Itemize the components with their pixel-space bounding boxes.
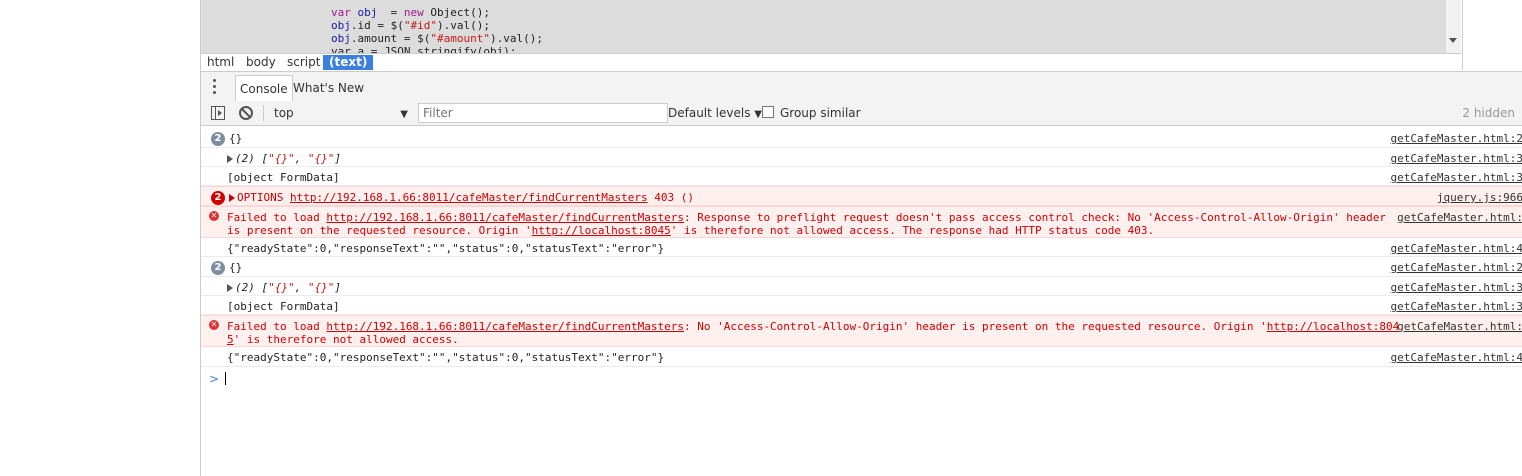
group-similar-label: Group similar (780, 106, 861, 120)
code-token: .id = $( (350, 19, 404, 32)
message-text: Failed to load http://192.168.1.66:8011/… (227, 320, 1400, 346)
error-message: ✕ Failed to load http://192.168.1.66:801… (201, 206, 1522, 238)
source-link[interactable]: getCafeMaster.html:2 (1391, 261, 1522, 274)
console-toolbar: top ▼ Default levels ▼ Group similar 2 h… (201, 101, 1522, 126)
code-line-4: var a = JSON.stringify(obj); (331, 45, 516, 53)
code-token: obj (331, 32, 351, 45)
code-token: var a = JSON.stringify(obj); (331, 45, 517, 53)
message-text: [object FormData] (227, 171, 340, 184)
source-link[interactable]: jquery.js:966 (1437, 191, 1522, 204)
source-link[interactable]: getCafeMaster.html:2 (1391, 132, 1522, 145)
source-link[interactable]: getCafeMaster.html: (1397, 320, 1522, 333)
code-token: .amount = $( (350, 32, 431, 45)
log-levels-label: Default levels (668, 106, 751, 120)
repeat-count-badge: 2 (211, 261, 225, 275)
log-levels-dropdown[interactable]: Default levels ▼ (668, 103, 762, 123)
console-message: [object FormData] getCafeMaster.html:3 (201, 296, 1522, 315)
source-link[interactable]: getCafeMaster.html:3 (1391, 281, 1522, 294)
chevron-down-icon: ▼ (400, 109, 408, 120)
console-message: 2 {} getCafeMaster.html:2 (201, 257, 1522, 277)
code-token: obj (331, 19, 351, 32)
breadcrumb-text[interactable]: (text) (323, 55, 374, 70)
expand-triangle-icon[interactable] (227, 155, 233, 163)
message-text: Failed to load http://192.168.1.66:8011/… (227, 211, 1386, 237)
chevron-down-icon: ▼ (754, 109, 762, 120)
source-link[interactable]: getCafeMaster.html:3 (1391, 171, 1522, 184)
devtools-panel: var obj = new Object(); obj.id = $("#id"… (200, 0, 1522, 476)
message-text: OPTIONS http://192.168.1.66:8011/cafeMas… (237, 191, 694, 204)
repeat-count-badge: 2 (211, 191, 225, 205)
console-message: (2) ["{}", "{}"] getCafeMaster.html:3 (201, 277, 1522, 296)
drawer-tabbar: Console What's New (201, 71, 1522, 102)
expand-triangle-icon[interactable] (229, 194, 235, 202)
code-token: = (377, 6, 404, 19)
code-line-2: obj.id = $("#id").val(); (331, 19, 490, 32)
console-message: {"readyState":0,"responseText":"","statu… (201, 347, 1522, 367)
console-message: {"readyState":0,"responseText":"","statu… (201, 238, 1522, 257)
expand-triangle-icon[interactable] (227, 284, 233, 292)
context-value: top (274, 106, 294, 120)
network-error-message: 2 OPTIONS http://192.168.1.66:8011/cafeM… (201, 186, 1522, 206)
breadcrumb-html[interactable]: html (201, 55, 240, 70)
console-message: [object FormData] getCafeMaster.html:3 (201, 167, 1522, 186)
tab-whats-new[interactable]: What's New (289, 75, 368, 101)
breadcrumb-body[interactable]: body (240, 55, 282, 70)
breadcrumb: html body script (text) (201, 53, 1461, 71)
console-input-cursor[interactable] (225, 372, 226, 385)
source-link[interactable]: getCafeMaster.html:4 (1391, 242, 1522, 255)
code-token: "#amount" (430, 32, 490, 45)
console-message: (2) ["{}", "{}"] getCafeMaster.html:3 (201, 148, 1522, 167)
group-similar-checkbox[interactable] (762, 106, 774, 118)
source-link[interactable]: getCafeMaster.html: (1397, 211, 1522, 224)
code-token: new (403, 6, 431, 19)
console-message: 2 {} getCafeMaster.html:2 (201, 128, 1522, 148)
code-token: var (331, 6, 358, 19)
message-text: (2) ["{}", "{}"] (235, 152, 341, 165)
source-right-panel (1462, 0, 1522, 70)
message-text: {} (229, 132, 243, 145)
group-similar-toggle[interactable]: Group similar (762, 103, 861, 123)
message-text: (2) ["{}", "{}"] (235, 281, 341, 294)
error-icon: ✕ (209, 211, 219, 221)
code-token: ).val(); (489, 32, 543, 45)
tab-console[interactable]: Console (235, 75, 293, 102)
code-token: obj (357, 6, 378, 19)
source-link[interactable]: getCafeMaster.html:4 (1391, 351, 1522, 364)
toolbar-divider (263, 105, 264, 121)
show-sidebar-icon[interactable] (211, 106, 225, 120)
source-scrollbar[interactable] (1446, 0, 1461, 53)
code-token: "#id" (403, 19, 437, 32)
source-link[interactable]: getCafeMaster.html:3 (1391, 300, 1522, 313)
code-line-1: var obj = new Object(); (331, 6, 490, 19)
message-text: {"readyState":0,"responseText":"","statu… (227, 351, 665, 364)
repeat-count-badge: 2 (211, 132, 225, 146)
clear-console-icon[interactable] (239, 106, 253, 120)
error-message: ✕ Failed to load http://192.168.1.66:801… (201, 315, 1522, 347)
error-icon: ✕ (209, 320, 219, 330)
message-text: {} (229, 261, 243, 274)
page-blank-area (0, 0, 200, 476)
message-text: [object FormData] (227, 300, 340, 313)
message-text: {"readyState":0,"responseText":"","statu… (227, 242, 665, 255)
source-link[interactable]: getCafeMaster.html:3 (1391, 152, 1522, 165)
more-options-icon[interactable] (213, 79, 217, 95)
scroll-down-arrow-icon[interactable] (1449, 38, 1457, 43)
source-code-pane[interactable]: var obj = new Object(); obj.id = $("#id"… (201, 0, 1461, 53)
code-token: Object(); (430, 6, 490, 19)
hidden-count: 2 hidden (1462, 106, 1515, 120)
breadcrumb-script[interactable]: script (281, 55, 326, 70)
console-messages[interactable]: 2 {} getCafeMaster.html:2 (2) ["{}", "{}… (201, 126, 1522, 476)
code-line-3: obj.amount = $("#amount").val(); (331, 32, 543, 45)
context-selector[interactable]: top ▼ (271, 103, 408, 123)
code-token: ).val(); (436, 19, 490, 32)
filter-input[interactable] (418, 103, 668, 123)
prompt-chevron-icon: > (209, 372, 220, 386)
